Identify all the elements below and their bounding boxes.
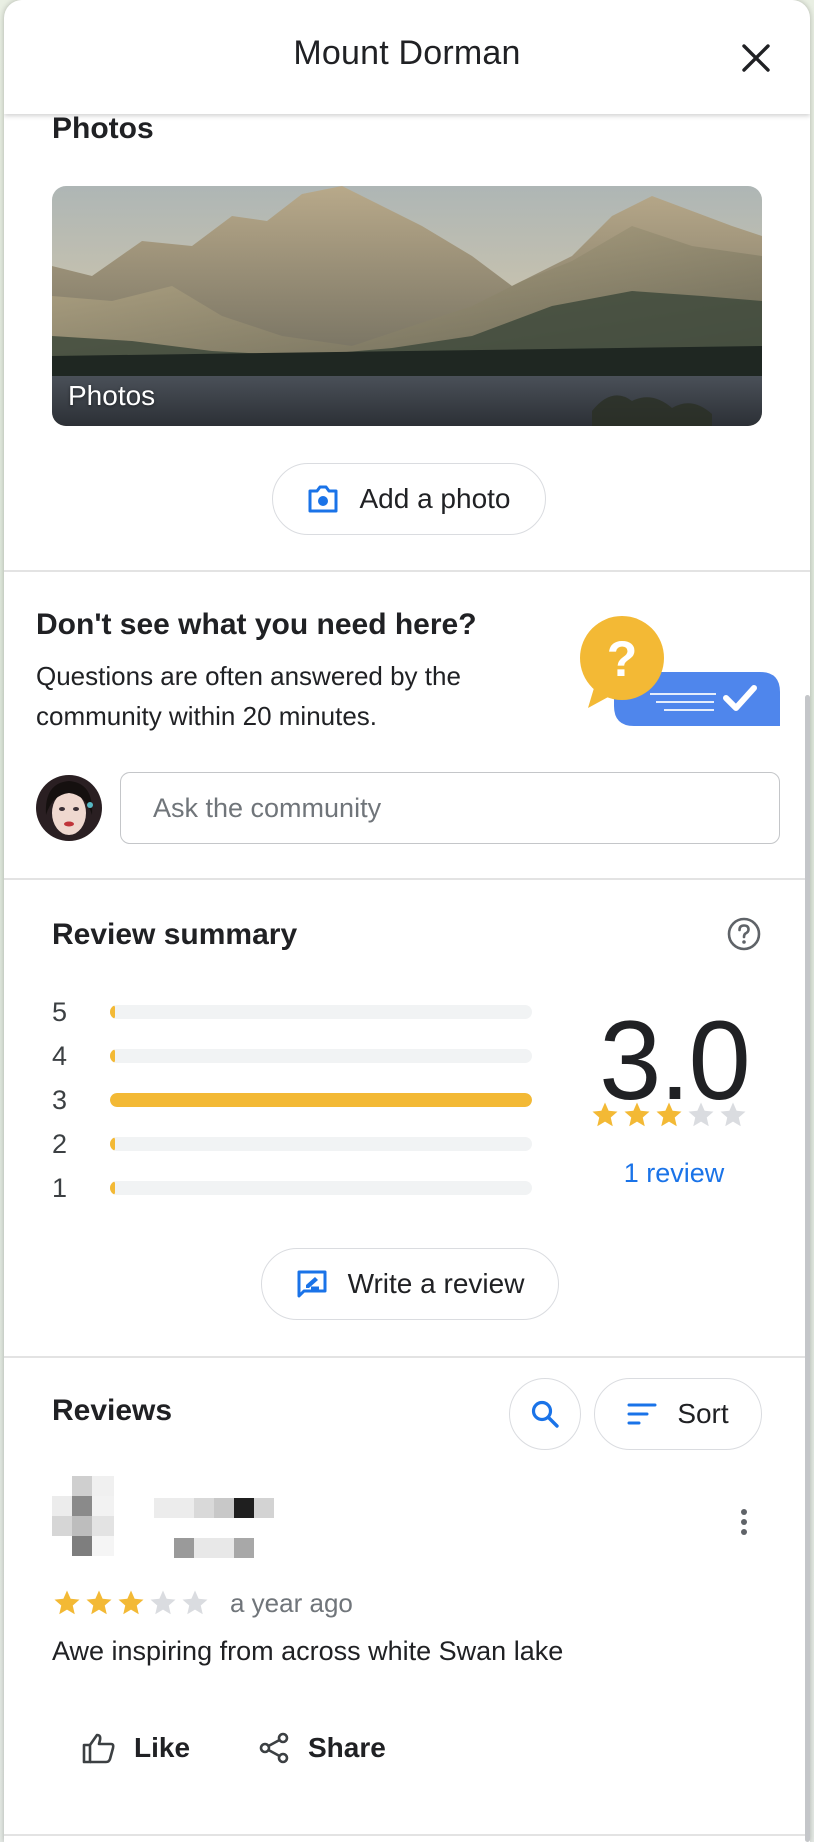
rating-bar-track <box>110 1093 532 1107</box>
sort-icon <box>627 1402 657 1426</box>
search-icon <box>531 1400 559 1428</box>
reviews-count-link[interactable]: 1 review <box>584 1158 764 1189</box>
rating-bar-row: 3 <box>52 1078 542 1122</box>
star-filled-icon <box>116 1588 146 1618</box>
rating-bar-row: 2 <box>52 1122 542 1166</box>
rating-bar-label: 4 <box>52 1040 68 1071</box>
questions-subtitle: Questions are often answered by the comm… <box>36 661 461 731</box>
share-label: Share <box>308 1732 386 1763</box>
average-rating-stars <box>590 1100 750 1130</box>
photo-card[interactable]: Photos <box>52 186 762 426</box>
rating-bar-label: 3 <box>52 1084 68 1115</box>
reviewer-name[interactable] <box>154 1498 276 1565</box>
photos-section-title: Photos <box>52 112 154 145</box>
rating-bar-fill <box>110 1049 115 1063</box>
rating-bar-row: 4 <box>52 1034 542 1078</box>
review-rating-stars <box>52 1588 212 1618</box>
review-time: a year ago <box>230 1588 353 1618</box>
ask-community-input[interactable] <box>120 772 780 844</box>
place-sheet: Mount Dorman Photos Photos Add a photo D… <box>4 0 810 1842</box>
star-filled-icon <box>654 1100 684 1130</box>
like-label: Like <box>134 1732 191 1763</box>
write-review-label: Write a review <box>347 1268 525 1299</box>
divider <box>4 1834 810 1836</box>
more-options-button[interactable] <box>726 1504 762 1540</box>
share-button[interactable]: Share <box>258 1732 386 1764</box>
star-filled-icon <box>590 1100 620 1130</box>
mountain-photo <box>52 186 762 426</box>
divider <box>4 878 810 880</box>
star-filled-icon <box>622 1100 652 1130</box>
close-button[interactable] <box>736 38 776 78</box>
star-empty-icon <box>686 1100 716 1130</box>
sort-label: Sort <box>677 1398 729 1429</box>
scrollbar[interactable] <box>805 695 810 1842</box>
divider <box>4 1356 810 1358</box>
rating-bar-track <box>110 1137 532 1151</box>
write-review-icon <box>296 1269 328 1299</box>
rating-bar-label: 1 <box>52 1172 68 1203</box>
rating-bar-fill <box>110 1181 115 1195</box>
questions-title: Don't see what you need here? <box>36 608 477 641</box>
rating-bar-fill <box>110 1005 115 1019</box>
camera-icon <box>307 484 339 514</box>
rating-bar-label: 2 <box>52 1128 68 1159</box>
rating-bar-row: 1 <box>52 1166 542 1210</box>
svg-text:?: ? <box>607 631 638 687</box>
more-vert-icon <box>741 1509 747 1535</box>
sort-button[interactable]: Sort <box>594 1378 762 1450</box>
sheet-header: Mount Dorman <box>4 0 810 114</box>
add-photo-label: Add a photo <box>359 483 511 514</box>
share-icon <box>258 1732 290 1764</box>
review-text: Awe inspiring from across white Swan lak… <box>52 1636 564 1666</box>
thumb-up-icon <box>82 1732 116 1764</box>
photo-card-label: Photos <box>68 380 156 411</box>
like-button[interactable]: Like <box>82 1732 190 1764</box>
help-circle-icon[interactable] <box>726 916 762 952</box>
question-bubble-illustration: ? <box>574 612 784 732</box>
review-summary-title: Review summary <box>52 918 298 951</box>
rating-bar-track <box>110 1181 532 1195</box>
rating-bar-track <box>110 1005 532 1019</box>
search-reviews-button[interactable] <box>509 1378 581 1450</box>
rating-bar-track <box>110 1049 532 1063</box>
rating-bar-fill <box>110 1093 532 1107</box>
star-filled-icon <box>52 1588 82 1618</box>
rating-bar-fill <box>110 1137 115 1151</box>
avatar <box>36 775 102 841</box>
star-filled-icon <box>84 1588 114 1618</box>
star-empty-icon <box>148 1588 178 1618</box>
star-empty-icon <box>718 1100 748 1130</box>
write-review-button[interactable]: Write a review <box>261 1248 559 1320</box>
rating-bar-label: 5 <box>52 996 68 1027</box>
reviews-title: Reviews <box>52 1394 173 1427</box>
reviewer-avatar[interactable] <box>52 1476 116 1563</box>
divider <box>4 570 810 572</box>
add-photo-button[interactable]: Add a photo <box>272 463 546 535</box>
close-icon <box>742 44 770 72</box>
page-title: Mount Dorman <box>293 34 521 72</box>
rating-bar-row: 5 <box>52 990 542 1034</box>
star-empty-icon <box>180 1588 210 1618</box>
